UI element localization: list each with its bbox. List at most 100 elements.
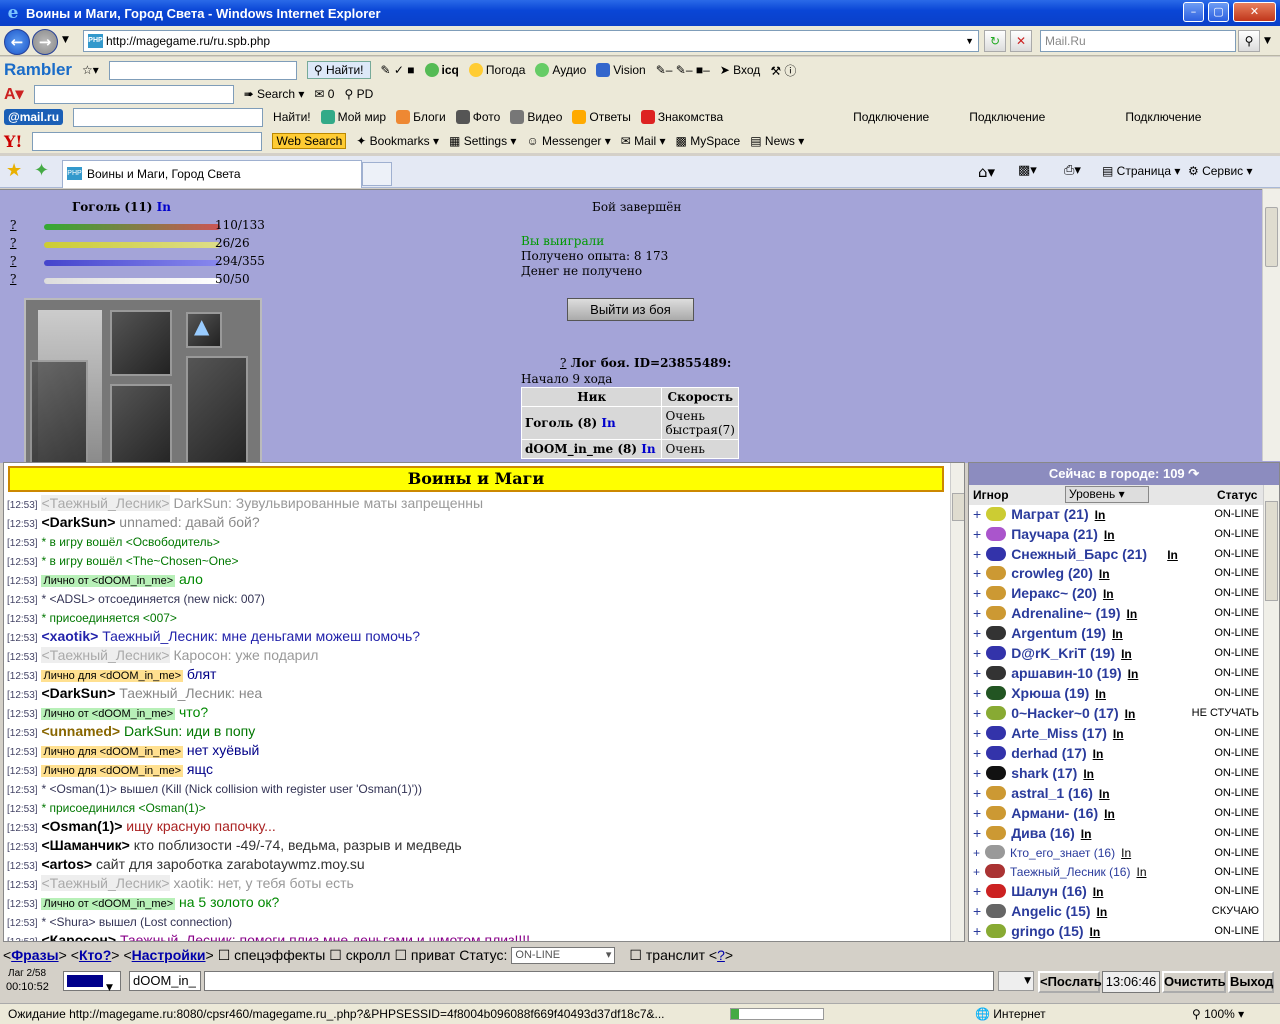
equipment-slot-head[interactable] [110,310,172,376]
user-info-link[interactable]: In [1103,587,1114,601]
weather-button[interactable]: Погода [468,63,525,77]
search-dropdown-icon[interactable]: ▼ [1264,36,1271,46]
clear-button[interactable]: Очистить [1162,971,1226,993]
color-select[interactable]: ▼ [63,971,121,993]
ignore-toggle[interactable]: + [973,903,981,919]
chat-author[interactable]: <xaotik> [41,628,98,644]
mailru-item-3[interactable]: Видео [510,110,562,124]
character-info-link[interactable]: In [157,200,171,214]
status-select[interactable]: ON-LINE ▾ [511,946,616,964]
address-dropdown-icon[interactable]: ▼ [965,31,974,51]
mailru-item-0[interactable]: Мой мир [320,110,386,124]
message-input[interactable] [204,971,994,991]
send-button[interactable]: <Послать [1038,971,1102,993]
close-button[interactable]: ✕ [1233,2,1276,22]
zoom-level[interactable]: ⚲ 100% ▾ [1192,1004,1244,1024]
chat-author[interactable]: * <Shura> вышел (Lost connection) [41,915,232,929]
search-box[interactable]: Mail.Ru [1040,30,1236,52]
user-name[interactable]: astral_1 (16) [1011,785,1093,801]
equipment-slot-weapon[interactable] [30,360,88,463]
chat-author[interactable]: * в игру вошёл <The~Chosen~One> [41,554,238,568]
chat-author[interactable]: * <ADSL> отсоединяется (new nick: 007) [41,592,264,606]
user-name[interactable]: Армани- (16) [1011,805,1098,821]
user-row[interactable]: + аршавин-10 (19) In ON-LINE [969,664,1279,684]
user-info-link[interactable]: In [1093,747,1104,761]
settings-menu[interactable]: ▦ Settings ▾ [449,134,516,148]
toolbar2-counter[interactable]: ✉ 0 [314,87,334,101]
settings-link[interactable]: <Настройки> [123,947,213,963]
user-info-link[interactable]: In [1167,548,1178,562]
stop-button[interactable]: ✕ [1010,30,1032,52]
toolbar-logo-icon[interactable]: A▾ [4,84,24,104]
toolbar2-pd-button[interactable]: ⚲ PD [344,87,373,101]
news-menu[interactable]: ▤ News ▾ [750,134,804,148]
user-name[interactable]: Маграт (21) [1011,506,1088,522]
star-icon[interactable]: ☆▾ [82,63,99,77]
exit-button[interactable]: Выход [1228,971,1274,993]
user-name[interactable]: gringo (15) [1011,923,1083,939]
exit-battle-button[interactable]: Выйти из боя [567,298,694,321]
user-row[interactable]: + gringo (15) In ON-LINE [969,922,1279,941]
ignore-toggle[interactable]: + [973,625,981,641]
chat-author[interactable]: * присоединился <Osman(1)> [41,801,205,815]
login-button[interactable]: ➤ Вход [720,63,761,77]
effects-checkbox[interactable]: ☐ спецэффекты [218,947,326,964]
chat-author[interactable]: <DarkSun> [41,514,115,530]
phrases-link[interactable]: <Фразы> [3,947,67,963]
ignore-toggle[interactable]: + [973,585,981,601]
chat-author[interactable]: <artos> [41,856,92,872]
minimize-button[interactable]: – [1183,2,1204,22]
user-row[interactable]: + derhad (17) In ON-LINE [969,744,1279,764]
tools-menu[interactable]: ⚙ Сервис ▾ [1188,164,1253,178]
chat-author[interactable]: <Таежный_Лесник> [41,875,170,891]
user-row[interactable]: + Шалун (16) In ON-LINE [969,882,1279,902]
private-checkbox[interactable]: ☐ приват [394,947,455,964]
messenger-menu[interactable]: ☺ Messenger ▾ [526,134,610,148]
user-name[interactable]: Хрюша (19) [1011,685,1089,701]
user-row[interactable]: + Дива (16) In ON-LINE [969,824,1279,844]
mailru-item-4[interactable]: Ответы [572,110,631,124]
chat-author[interactable]: Лично для <dOOM_in_me> [41,765,183,777]
user-info-link[interactable]: In [1095,687,1106,701]
chat-author[interactable]: Лично для <dOOM_in_me> [41,746,183,758]
ignore-toggle[interactable]: + [973,705,981,721]
user-info-link[interactable]: In [1097,905,1108,919]
mailru-connect-1[interactable]: Подключение [969,110,1045,124]
rambler-misc-icons[interactable]: ✎– ✎– ■– [656,63,710,77]
mailru-find-button[interactable]: Найти! [273,110,311,124]
user-row[interactable]: + Adrenaline~ (19) In ON-LINE [969,604,1279,624]
audio-button[interactable]: Аудио [535,63,586,77]
user-name[interactable]: 0~Hacker~0 (17) [1011,705,1118,721]
user-info-link[interactable]: In [1136,865,1146,879]
mailru-search-input[interactable] [73,107,264,127]
ignore-toggle[interactable]: + [973,685,981,701]
ignore-toggle[interactable]: + [973,865,980,879]
address-input[interactable]: PHP http://magegame.ru/ru.spb.php ▼ [83,30,979,52]
user-name[interactable]: Angelic (15) [1011,903,1090,919]
user-info-link[interactable]: In [1104,528,1115,542]
user-name[interactable]: Снежный_Барс (21) [1011,545,1161,563]
tab-active[interactable]: PHP Воины и Маги, Город Света [62,160,362,188]
new-tab-button[interactable] [362,162,392,186]
user-name[interactable]: shark (17) [1011,765,1077,781]
page-menu[interactable]: ▤ Страница ▾ [1102,164,1180,178]
user-info-link[interactable]: In [1083,767,1094,781]
ignore-toggle[interactable]: + [973,883,981,899]
chat-author[interactable]: * в игру вошёл <Освободитель> [41,535,219,549]
ignore-toggle[interactable]: + [973,846,980,860]
ignore-toggle[interactable]: + [973,805,981,821]
user-name[interactable]: derhad (17) [1011,745,1086,761]
rambler-tools-icons[interactable]: ✎ ✓ ■ [381,63,415,77]
smiley-select[interactable]: ▼ [998,971,1034,991]
user-name[interactable]: Argentum (19) [1011,625,1106,641]
web-search-button[interactable]: Web Search [272,133,347,149]
user-name[interactable]: Adrenaline~ (19) [1011,605,1120,621]
history-dropdown-icon[interactable]: ▼ [62,35,69,45]
print-icon[interactable]: ⎙▾ [1064,163,1081,178]
user-row[interactable]: + Снежный_Барс (21) In ON-LINE [969,545,1279,564]
user-row[interactable]: + crowleg (20) In ON-LINE [969,564,1279,584]
user-row[interactable]: + astral_1 (16) In ON-LINE [969,784,1279,804]
user-row[interactable]: + shark (17) In ON-LINE [969,764,1279,784]
mailru-connect-0[interactable]: Подключение [853,110,929,124]
user-name[interactable]: Паучара (21) [1011,526,1098,542]
